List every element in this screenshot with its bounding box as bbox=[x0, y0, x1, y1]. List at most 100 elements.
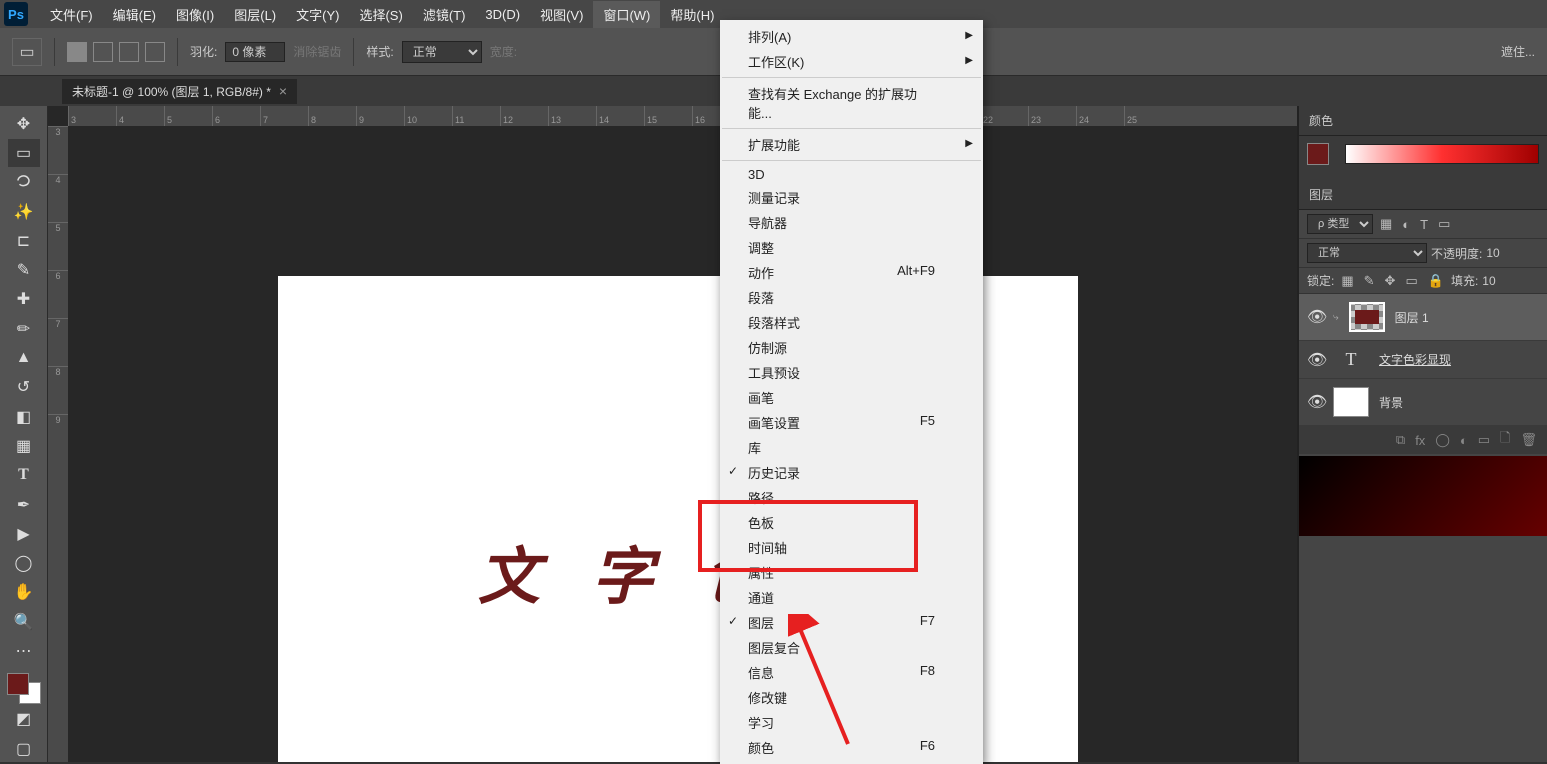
menu-filter[interactable]: 滤镜(T) bbox=[413, 1, 476, 28]
navigator-preview[interactable] bbox=[1299, 456, 1547, 536]
menu-layer[interactable]: 图层(L) bbox=[224, 1, 286, 28]
menu-paths[interactable]: 路径 bbox=[720, 485, 983, 510]
fx-icon[interactable]: fx bbox=[1415, 433, 1425, 448]
menu-channels[interactable]: 通道 bbox=[720, 585, 983, 610]
menu-history[interactable]: ✓历史记录 bbox=[720, 460, 983, 485]
menu-actions[interactable]: 动作Alt+F9 bbox=[720, 260, 983, 285]
link-layers-icon[interactable]: ⧉ bbox=[1396, 432, 1405, 448]
lock-trans-icon[interactable]: ▦ bbox=[1338, 273, 1356, 289]
style-select[interactable]: 正常 bbox=[402, 41, 482, 63]
layer-row-2[interactable]: 👁 T 文字色彩显现 bbox=[1299, 341, 1547, 379]
document-tab[interactable]: 未标题-1 @ 100% (图层 1, RGB/8#) * × bbox=[62, 79, 297, 104]
history-brush-tool[interactable]: ↺ bbox=[8, 374, 40, 401]
menu-swatches[interactable]: 色板 bbox=[720, 510, 983, 535]
marquee-tool[interactable]: ▭ bbox=[8, 139, 40, 166]
gradient-tool[interactable]: ▦ bbox=[8, 432, 40, 459]
type-tool[interactable]: T bbox=[8, 462, 40, 489]
more-tools[interactable]: ⋯ bbox=[8, 637, 40, 664]
color-slider[interactable] bbox=[1345, 144, 1539, 164]
menu-edit[interactable]: 编辑(E) bbox=[103, 1, 166, 28]
menu-help[interactable]: 帮助(H) bbox=[660, 1, 724, 28]
menu-navigator[interactable]: 导航器 bbox=[720, 210, 983, 235]
shape-tool[interactable]: ◯ bbox=[8, 549, 40, 576]
menu-arrange[interactable]: 排列(A)▶ bbox=[720, 24, 983, 49]
move-tool[interactable]: ✥ bbox=[8, 110, 40, 137]
menu-select[interactable]: 选择(S) bbox=[349, 1, 412, 28]
select-mask-button[interactable]: 遮住... bbox=[1501, 43, 1535, 60]
menu-image[interactable]: 图像(I) bbox=[166, 1, 224, 28]
color-current-swatch[interactable] bbox=[1307, 143, 1329, 165]
menu-type[interactable]: 文字(Y) bbox=[286, 1, 349, 28]
new-selection-icon[interactable] bbox=[67, 42, 87, 62]
layer-row-3[interactable]: 👁 背景 bbox=[1299, 379, 1547, 426]
filter-shape-icon[interactable]: ▭ bbox=[1435, 216, 1453, 232]
eraser-tool[interactable]: ◧ bbox=[8, 403, 40, 430]
layer-name[interactable]: 背景 bbox=[1379, 394, 1403, 411]
visibility-icon[interactable]: 👁 bbox=[1307, 392, 1323, 412]
menu-info[interactable]: 信息F8 bbox=[720, 660, 983, 685]
foreground-color-swatch[interactable] bbox=[7, 673, 29, 695]
menu-clone-source[interactable]: 仿制源 bbox=[720, 335, 983, 360]
menu-view[interactable]: 视图(V) bbox=[530, 1, 593, 28]
menu-workspace[interactable]: 工作区(K)▶ bbox=[720, 49, 983, 74]
intersect-selection-icon[interactable] bbox=[145, 42, 165, 62]
fill-value[interactable]: 10 bbox=[1482, 274, 1495, 288]
menu-modifier-keys[interactable]: 修改键 bbox=[720, 685, 983, 710]
menu-color-panel[interactable]: 颜色F6 bbox=[720, 735, 983, 760]
lock-all-icon[interactable]: 🔒 bbox=[1425, 273, 1447, 289]
lock-move-icon[interactable]: ✥ bbox=[1382, 273, 1399, 289]
filter-type-icon[interactable]: T bbox=[1417, 217, 1431, 232]
lock-art-icon[interactable]: ▭ bbox=[1402, 273, 1420, 289]
mask-icon[interactable]: ◯ bbox=[1435, 432, 1450, 448]
menu-file[interactable]: 文件(F) bbox=[40, 1, 103, 28]
menu-tool-presets[interactable]: 工具预设 bbox=[720, 360, 983, 385]
menu-window[interactable]: 窗口(W) bbox=[593, 1, 660, 28]
layer-thumbnail[interactable] bbox=[1349, 302, 1385, 332]
lasso-tool[interactable] bbox=[8, 169, 40, 196]
hand-tool[interactable]: ✋ bbox=[8, 579, 40, 606]
visibility-icon[interactable]: 👁 bbox=[1307, 307, 1323, 327]
zoom-tool[interactable]: 🔍 bbox=[8, 608, 40, 635]
group-icon[interactable]: ▭ bbox=[1478, 432, 1490, 448]
menu-exchange[interactable]: 查找有关 Exchange 的扩展功能... bbox=[720, 81, 983, 125]
healing-tool[interactable]: ✚ bbox=[8, 286, 40, 313]
menu-3d[interactable]: 3D(D) bbox=[475, 3, 530, 26]
crop-tool[interactable]: ⊏ bbox=[8, 227, 40, 254]
close-tab-icon[interactable]: × bbox=[279, 83, 287, 99]
menu-properties[interactable]: 属性 bbox=[720, 560, 983, 585]
menu-libraries[interactable]: 库 bbox=[720, 435, 983, 460]
menu-paragraph-styles[interactable]: 段落样式 bbox=[720, 310, 983, 335]
lock-paint-icon[interactable]: ✎ bbox=[1361, 273, 1378, 289]
path-select-tool[interactable]: ▶ bbox=[8, 520, 40, 547]
add-selection-icon[interactable] bbox=[93, 42, 113, 62]
filter-adjust-icon[interactable]: ◐ bbox=[1399, 217, 1413, 232]
magic-wand-tool[interactable]: ✨ bbox=[8, 198, 40, 225]
stamp-tool[interactable]: ▲ bbox=[8, 344, 40, 371]
layer-filter-kind[interactable]: ρ 类型 bbox=[1307, 214, 1373, 234]
menu-measurement[interactable]: 测量记录 bbox=[720, 185, 983, 210]
feather-input[interactable] bbox=[225, 42, 285, 62]
layer-row-1[interactable]: 👁 ⤷ 图层 1 bbox=[1299, 294, 1547, 341]
menu-learn[interactable]: 学习 bbox=[720, 710, 983, 735]
brush-tool[interactable]: ✏ bbox=[8, 315, 40, 342]
eyedropper-tool[interactable]: ✎ bbox=[8, 256, 40, 283]
subtract-selection-icon[interactable] bbox=[119, 42, 139, 62]
new-layer-icon[interactable]: 🗋 bbox=[1500, 429, 1510, 451]
blend-mode-select[interactable]: 正常 bbox=[1307, 243, 1427, 263]
filter-pixel-icon[interactable]: ▦ bbox=[1377, 216, 1395, 232]
menu-extensions[interactable]: 扩展功能▶ bbox=[720, 132, 983, 157]
color-panel-tab[interactable]: 颜色 bbox=[1299, 106, 1547, 136]
adjustment-icon[interactable]: ◐ bbox=[1460, 433, 1468, 448]
menu-adjustments[interactable]: 调整 bbox=[720, 235, 983, 260]
menu-3d-panel[interactable]: 3D bbox=[720, 164, 983, 185]
layers-panel-tab[interactable]: 图层 bbox=[1299, 180, 1547, 210]
menu-paragraph[interactable]: 段落 bbox=[720, 285, 983, 310]
menu-layers-panel[interactable]: ✓图层F7 bbox=[720, 610, 983, 635]
layer-name[interactable]: 文字色彩显现 bbox=[1379, 351, 1451, 368]
opacity-value[interactable]: 10 bbox=[1486, 246, 1499, 260]
menu-timeline[interactable]: 时间轴 bbox=[720, 535, 983, 560]
pen-tool[interactable]: ✒ bbox=[8, 491, 40, 518]
menu-layer-comps[interactable]: 图层复合 bbox=[720, 635, 983, 660]
delete-layer-icon[interactable]: 🗑 bbox=[1520, 432, 1537, 448]
screen-mode-icon[interactable]: ▢ bbox=[8, 735, 40, 762]
